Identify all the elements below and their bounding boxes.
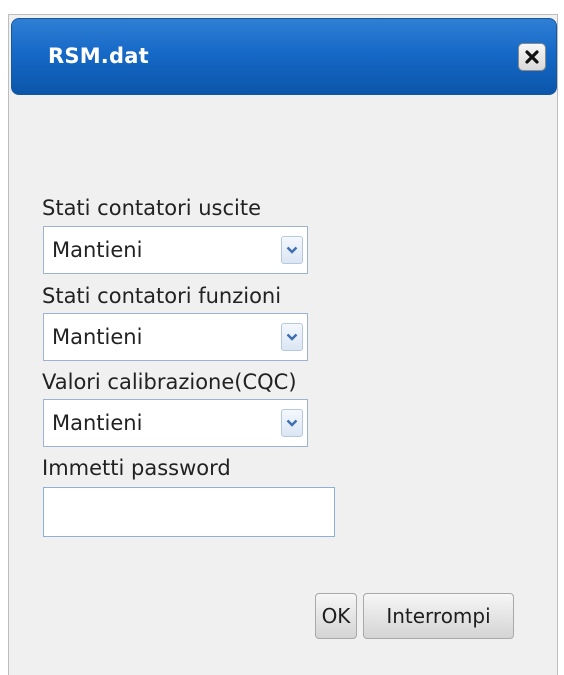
ok-button[interactable]: OK <box>315 593 357 639</box>
chevron-down-icon[interactable] <box>281 236 303 264</box>
field-label-calibrazione: Valori calibrazione(CQC) <box>42 370 297 394</box>
dialog-title: RSM.dat <box>48 44 149 68</box>
close-button[interactable] <box>518 43 546 71</box>
field-label-funzioni: Stati contatori funzioni <box>42 284 282 308</box>
select-funzioni[interactable]: Mantieni <box>43 313 308 361</box>
chevron-down-icon[interactable] <box>281 323 303 351</box>
password-label: Immetti password <box>42 456 231 480</box>
password-input[interactable] <box>43 487 335 537</box>
cancel-button[interactable]: Interrompi <box>363 593 514 639</box>
select-calibrazione[interactable]: Mantieni <box>43 399 308 447</box>
dialog-titlebar[interactable]: RSM.dat <box>11 18 557 95</box>
select-value: Mantieni <box>52 238 143 262</box>
field-label-uscite: Stati contatori uscite <box>42 196 261 220</box>
select-value: Mantieni <box>52 325 143 349</box>
dialog: RSM.dat Stati contatori uscite Mantieni … <box>8 14 558 675</box>
select-uscite[interactable]: Mantieni <box>43 226 308 274</box>
close-x-icon <box>525 50 539 64</box>
select-value: Mantieni <box>52 411 143 435</box>
chevron-down-icon[interactable] <box>281 409 303 437</box>
